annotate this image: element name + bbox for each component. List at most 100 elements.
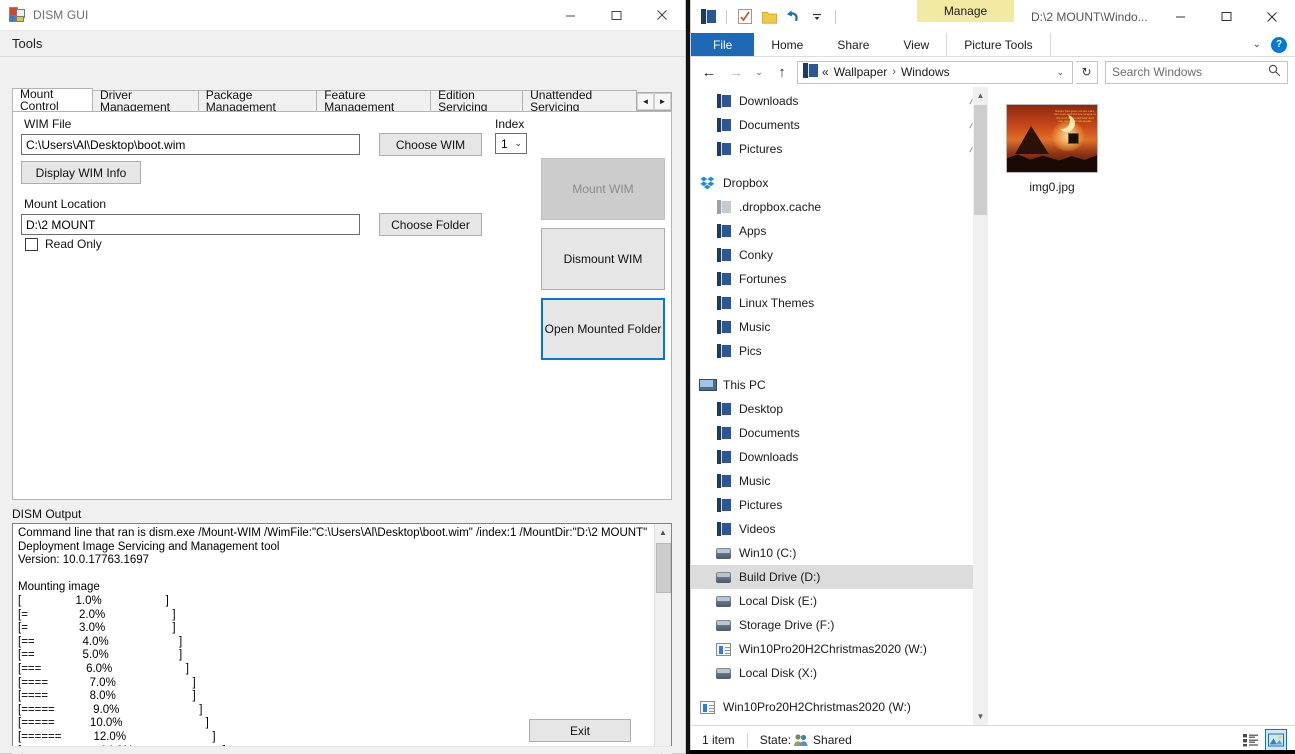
ribbon-tab-picture-tools[interactable]: Picture Tools	[946, 33, 1051, 56]
sidebar-item-music[interactable]: Music	[691, 469, 988, 493]
properties-icon[interactable]	[736, 8, 754, 26]
open-mounted-folder-button[interactable]: Open Mounted Folder	[541, 298, 665, 360]
index-combobox[interactable]: 1 ⌄	[495, 133, 527, 154]
sidebar-item-conky[interactable]: Conky	[691, 243, 988, 267]
tab-package-management[interactable]: Package Management	[197, 89, 318, 113]
help-icon[interactable]: ?	[1271, 36, 1287, 53]
up-button[interactable]: ↑	[770, 60, 794, 84]
sidebar-item-linux-themes[interactable]: Linux Themes	[691, 291, 988, 315]
explorer-window-title: D:\2 MOUNT\Windo...	[1031, 9, 1148, 24]
folder-icon	[803, 63, 818, 81]
contextual-tab-manage[interactable]: Manage	[917, 0, 1014, 22]
back-button[interactable]: ←	[697, 60, 721, 84]
breadcrumb-item-windows[interactable]: Windows	[901, 65, 950, 79]
sidebar-item-this-pc[interactable]: This PC	[691, 373, 988, 397]
tab-edition-servicing[interactable]: Edition Servicing	[430, 89, 524, 113]
sidebar-item-apps[interactable]: Apps	[691, 219, 988, 243]
mount-wim-button[interactable]: Mount WIM	[541, 158, 665, 220]
screen-root: DISM GUI Tools Mount Control Driver Mana	[0, 0, 1295, 754]
menu-tools[interactable]: Tools	[12, 36, 42, 51]
sidebar-item-desktop[interactable]: Desktop	[691, 397, 988, 421]
read-only-checkbox[interactable]: Read Only	[25, 237, 102, 251]
checkbox-box	[25, 237, 38, 251]
minimize-button[interactable]	[1157, 0, 1203, 33]
folder-icon	[713, 200, 733, 214]
breadcrumb[interactable]: « Wallpaper › Windows ⌄	[797, 60, 1073, 84]
tab-scroll-left-icon[interactable]: ◄	[637, 93, 654, 110]
new-folder-icon[interactable]	[760, 8, 778, 26]
scroll-down-icon[interactable]: ▼	[973, 708, 988, 725]
sidebar-item-music[interactable]: Music	[691, 315, 988, 339]
sidebar-item-pics[interactable]: Pics	[691, 339, 988, 363]
breadcrumb-overflow[interactable]: «	[822, 65, 829, 79]
scroll-up-icon[interactable]: ▲	[655, 524, 672, 541]
dismount-wim-button[interactable]: Dismount WIM	[541, 228, 665, 290]
console-vertical-scrollbar[interactable]: ▲ ▼	[654, 524, 671, 754]
details-view-button[interactable]	[1240, 729, 1262, 751]
ribbon-tab-view[interactable]: View	[886, 33, 946, 56]
tab-driver-management[interactable]: Driver Management	[91, 89, 199, 113]
close-button[interactable]	[639, 0, 685, 31]
list-item[interactable]: Nature has given us two ears, two eyes a…	[1006, 99, 1098, 194]
scroll-up-icon[interactable]: ▲	[973, 87, 988, 104]
sidebar-item-dropbox[interactable]: Dropbox	[691, 171, 988, 195]
scrollbar-thumb[interactable]	[974, 105, 987, 215]
exit-button[interactable]: Exit	[529, 719, 631, 742]
sidebar-item-dropbox-cache[interactable]: .dropbox.cache	[691, 195, 988, 219]
sidebar-item-win10-c[interactable]: Win10 (C:)	[691, 541, 988, 565]
navigation-pane[interactable]: Downloads Documents Pictures Dropbox .dropbo…	[691, 87, 988, 725]
content-pane[interactable]: Nature has given us two ears, two eyes a…	[988, 87, 1295, 725]
mount-location-input[interactable]: D:\2 MOUNT	[21, 214, 360, 235]
tab-mount-control[interactable]: Mount Control	[12, 88, 93, 112]
scroll-right-icon[interactable]: ►	[655, 747, 672, 754]
item-count-label: 1 item	[702, 733, 735, 747]
navpane-scrollbar[interactable]: ▲ ▼	[973, 87, 988, 725]
sidebar-item-pictures[interactable]: Pictures	[691, 137, 988, 161]
breadcrumb-item-wallpaper[interactable]: Wallpaper	[834, 65, 888, 79]
folder-icon	[713, 522, 733, 536]
sidebar-item-documents[interactable]: Documents	[691, 421, 988, 445]
maximize-button[interactable]	[593, 0, 639, 31]
refresh-button[interactable]: ↻	[1076, 60, 1098, 84]
wim-file-input[interactable]: C:\Users\Al\Desktop\boot.wim	[21, 134, 360, 155]
ribbon-tab-home[interactable]: Home	[754, 33, 820, 56]
large-icons-view-button[interactable]	[1265, 729, 1287, 751]
sidebar-item-win10pro20h2christmas2020-w[interactable]: Win10Pro20H2Christmas2020 (W:)	[691, 695, 988, 719]
scroll-left-icon[interactable]: ◄	[12, 747, 29, 754]
chevron-down-icon[interactable]: ⌄	[1050, 67, 1070, 78]
sidebar-item-downloads[interactable]: Downloads	[691, 445, 988, 469]
search-input[interactable]: Search Windows	[1105, 60, 1288, 84]
sidebar-item-storage-drive-f[interactable]: Storage Drive (F:)	[691, 613, 988, 637]
forward-button[interactable]: →	[724, 60, 748, 84]
sidebar-item-local-disk-e[interactable]: Local Disk (E:)	[691, 589, 988, 613]
folder-icon[interactable]	[699, 8, 717, 26]
undo-icon[interactable]	[784, 8, 802, 26]
sidebar-item-fortunes[interactable]: Fortunes	[691, 267, 988, 291]
tab-unattended-servicing[interactable]: Unattended Servicing	[522, 89, 637, 113]
customize-chevron-icon[interactable]	[808, 8, 826, 26]
tab-scroll-right-icon[interactable]: ►	[654, 93, 671, 110]
recent-locations-button[interactable]: ⌄	[751, 60, 767, 84]
scrollbar-thumb[interactable]	[655, 543, 671, 593]
display-wim-info-button[interactable]: Display WIM Info	[21, 161, 141, 184]
choose-folder-button[interactable]: Choose Folder	[379, 213, 482, 236]
sidebar-item-pictures[interactable]: Pictures	[691, 493, 988, 517]
maximize-button[interactable]	[1203, 0, 1249, 33]
sidebar-item-local-disk-x[interactable]: Local Disk (X:)	[691, 661, 988, 685]
sidebar-item-label: Linux Themes	[739, 296, 815, 310]
ribbon-tab-file[interactable]: File	[691, 33, 755, 56]
dism-gui-window: DISM GUI Tools Mount Control Driver Mana	[0, 0, 686, 754]
sidebar-item-downloads[interactable]: Downloads	[691, 89, 988, 113]
minimize-button[interactable]	[547, 0, 593, 31]
explorer-window-controls	[1157, 0, 1295, 33]
sidebar-item-win10pro20h2christmas2020-w[interactable]: Win10Pro20H2Christmas2020 (W:)	[691, 637, 988, 661]
choose-wim-button[interactable]: Choose WIM	[379, 133, 482, 156]
ribbon-tab-share[interactable]: Share	[820, 33, 886, 56]
sidebar-item-build-drive-d[interactable]: Build Drive (D:)	[691, 565, 988, 589]
close-button[interactable]	[1249, 0, 1295, 33]
console-horizontal-scrollbar[interactable]: ◄ ►	[12, 746, 672, 754]
chevron-down-icon[interactable]: ⌄	[1253, 39, 1261, 50]
sidebar-item-videos[interactable]: Videos	[691, 517, 988, 541]
sidebar-item-documents[interactable]: Documents	[691, 113, 988, 137]
tab-feature-management[interactable]: Feature Management	[316, 89, 432, 113]
